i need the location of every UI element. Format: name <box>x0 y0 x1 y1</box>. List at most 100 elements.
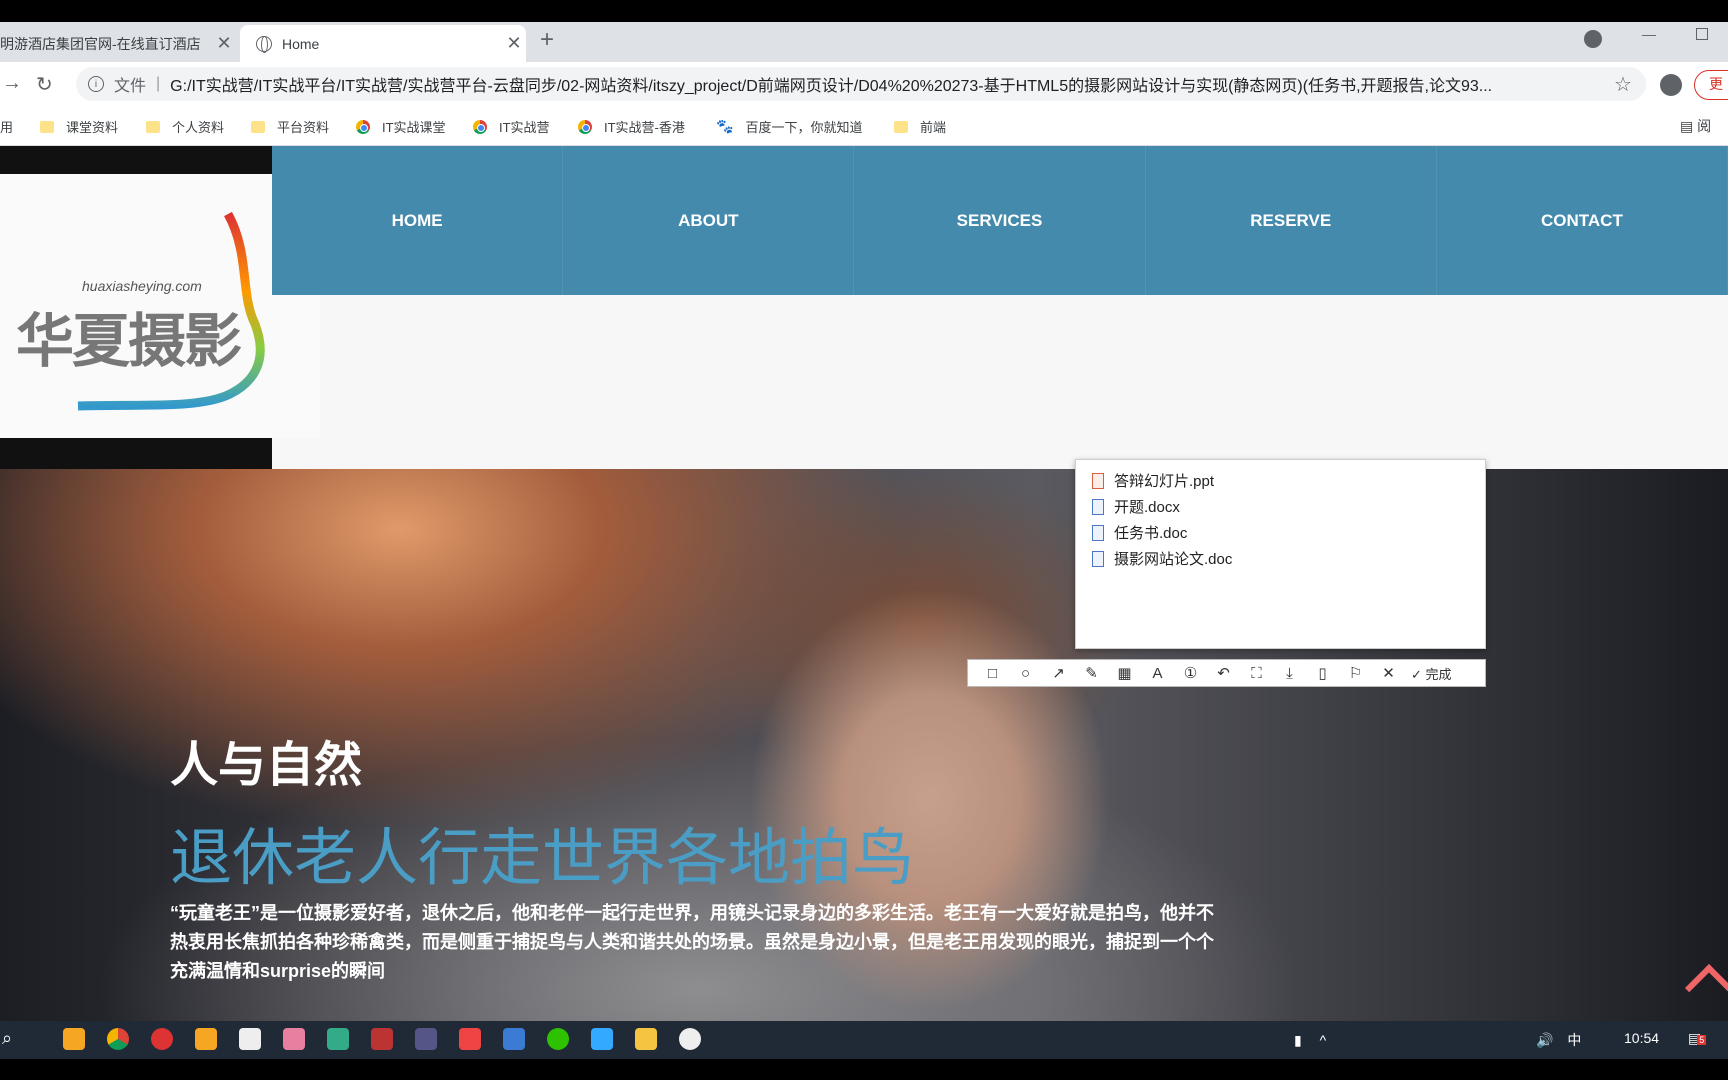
screenshot-toolbar: □ ○ ↗ ✎ ▦ A ① ↶ ⛶ ⤓ ▯ ⚐ ✕ ✓ 完成 <box>967 659 1486 687</box>
app-icon-5[interactable] <box>239 1028 261 1050</box>
reading-list-button[interactable]: ▤ 阅 <box>1680 116 1711 136</box>
chrome-taskbar-icon[interactable] <box>107 1028 129 1050</box>
screen-bottom-border <box>0 1059 1728 1080</box>
tab-title: Home <box>282 35 320 52</box>
undo-icon[interactable]: ↶ <box>1207 664 1240 682</box>
bookmark-item[interactable]: 个人资料 <box>146 117 224 136</box>
chrome-icon <box>473 119 487 134</box>
update-button[interactable]: 更 <box>1694 70 1728 100</box>
profile-avatar-icon[interactable] <box>1660 74 1682 96</box>
bookmark-item[interactable]: IT实战营-香港 <box>578 117 685 136</box>
hero-paragraph: “玩童老王”是一位摄影爱好者，退休之后，他和老伴一起行走世界，用镜头记录身边的多… <box>170 903 1214 981</box>
app-icon-4[interactable] <box>195 1028 217 1050</box>
rectangle-icon[interactable]: □ <box>976 665 1009 682</box>
crop-icon[interactable]: ⛶ <box>1240 665 1273 682</box>
app-icon-11[interactable] <box>503 1028 525 1050</box>
new-tab-button[interactable]: + <box>540 26 554 54</box>
clock[interactable]: 10:54 <box>1624 1030 1659 1046</box>
ime-indicator[interactable]: 中 <box>1567 1032 1581 1048</box>
paw-icon: 🐾 <box>716 118 734 134</box>
bookmark-star-icon[interactable]: ☆ <box>1614 72 1632 97</box>
bookmark-item[interactable]: IT实战课堂 <box>356 117 446 136</box>
bookmark-item[interactable]: 前端 <box>894 117 946 136</box>
done-button[interactable]: ✓ 完成 <box>1411 664 1452 683</box>
tab-home[interactable]: Home ✕ <box>240 25 526 62</box>
wps-icon[interactable] <box>459 1028 481 1050</box>
phone-icon[interactable]: ▯ <box>1306 664 1339 682</box>
nav-home[interactable]: HOME <box>272 146 564 295</box>
reading-list-icon: ▤ <box>1680 118 1698 134</box>
app-icon-6[interactable] <box>283 1028 305 1050</box>
chrome-icon <box>356 119 370 134</box>
minimize-icon[interactable]: — <box>1642 26 1656 42</box>
app-icon-13[interactable] <box>591 1028 613 1050</box>
ppt-file-icon <box>1092 472 1104 489</box>
nav-reserve[interactable]: RESERVE <box>1146 146 1437 295</box>
bookmark-icon[interactable]: ⚐ <box>1339 664 1372 682</box>
app-icon-7[interactable] <box>327 1028 349 1050</box>
app-icon-8[interactable] <box>371 1028 393 1050</box>
tab-bar: 明游酒店集团官网-在线直订酒店 ✕ Home ✕ + — <box>0 22 1728 62</box>
profile-dropdown-icon[interactable] <box>1584 30 1602 48</box>
url-scheme: 文件 <box>114 78 147 95</box>
scroll-top-icon[interactable] <box>1684 963 1728 1013</box>
file-list-popup: 答辩幻灯片.ppt 开题.docx 任务书.doc 摄影网站论文.doc <box>1075 459 1486 649</box>
wechat-icon[interactable] <box>547 1028 569 1050</box>
bookmark-item[interactable]: 课堂资料 <box>40 117 118 136</box>
folder-icon <box>40 120 54 133</box>
word-file-icon <box>1092 524 1104 541</box>
text-icon[interactable]: A <box>1141 665 1174 682</box>
pencil-icon[interactable]: ✎ <box>1075 664 1108 682</box>
notification-count: 5 <box>1697 1035 1707 1045</box>
file-item[interactable]: 答辩幻灯片.ppt <box>1092 470 1214 491</box>
app-icon-1[interactable] <box>63 1028 85 1050</box>
browser-toolbar: → ↻ i 文件 | G:/IT实战营/IT实战平台/IT实战营/实战营平台-云… <box>0 62 1728 106</box>
file-item[interactable]: 开题.docx <box>1092 496 1180 517</box>
close-tab-icon[interactable]: ✕ <box>502 33 526 54</box>
download-icon[interactable]: ⤓ <box>1273 665 1306 682</box>
tab-hotel[interactable]: 明游酒店集团官网-在线直订酒店 ✕ <box>0 25 236 62</box>
number-icon[interactable]: ① <box>1174 664 1207 682</box>
folder-icon <box>146 120 160 133</box>
cancel-icon[interactable]: ✕ <box>1372 664 1405 682</box>
file-explorer-icon[interactable] <box>635 1028 657 1050</box>
logo-text: 华夏摄影 <box>16 307 242 375</box>
mosaic-icon[interactable]: ▦ <box>1108 664 1141 682</box>
bookmark-apps[interactable]: 应用 <box>0 117 13 136</box>
arrow-icon[interactable]: ↗ <box>1042 664 1075 682</box>
app-icon-9[interactable] <box>415 1028 437 1050</box>
word-file-icon <box>1092 498 1104 515</box>
word-file-icon <box>1092 550 1104 567</box>
circle-icon[interactable]: ○ <box>1009 665 1042 682</box>
nav-services[interactable]: SERVICES <box>854 146 1146 295</box>
search-icon[interactable]: ⌕ <box>2 1028 12 1049</box>
site-navbar: HOME ABOUT SERVICES RESERVE CONTACT <box>272 146 1728 295</box>
info-icon[interactable]: i <box>88 76 104 92</box>
url-separator: | <box>156 75 161 92</box>
bookmark-item[interactable]: 🐾 百度一下，你就知道 <box>716 117 862 136</box>
folder-icon <box>894 120 908 133</box>
chrome-icon <box>578 119 592 134</box>
file-item[interactable]: 摄影网站论文.doc <box>1092 548 1232 569</box>
battery-icon[interactable]: ▮ <box>1294 1032 1302 1048</box>
restore-icon[interactable] <box>1696 28 1708 40</box>
hero-subtitle: 退休老人行走世界各地拍鸟 <box>170 824 915 893</box>
file-item[interactable]: 任务书.doc <box>1092 522 1187 543</box>
chevron-up-icon[interactable]: ^ <box>1320 1032 1327 1048</box>
close-tab-icon[interactable]: ✕ <box>212 33 236 54</box>
address-bar[interactable]: i 文件 | G:/IT实战营/IT实战平台/IT实战营/实战营平台-云盘同步/… <box>76 67 1646 101</box>
qq-icon[interactable] <box>679 1028 701 1050</box>
bookmark-item[interactable]: 平台资料 <box>251 117 329 136</box>
folder-icon <box>251 120 265 133</box>
bookmark-item[interactable]: IT实战营 <box>473 117 550 136</box>
reload-icon[interactable]: ↻ <box>36 72 53 97</box>
logo-url: huaxiasheying.com <box>82 278 202 294</box>
forward-icon[interactable]: → <box>2 72 22 95</box>
netease-music-icon[interactable] <box>151 1028 173 1050</box>
volume-icon[interactable]: 🔊 <box>1536 1032 1553 1048</box>
hero-title: 人与自然 <box>170 739 363 792</box>
nav-about[interactable]: ABOUT <box>563 146 855 295</box>
notification-icon[interactable]: ▤5 <box>1688 1030 1707 1047</box>
nav-contact[interactable]: CONTACT <box>1437 146 1728 295</box>
url-text: G:/IT实战营/IT实战平台/IT实战营/实战营平台-云盘同步/02-网站资料… <box>170 78 1493 95</box>
